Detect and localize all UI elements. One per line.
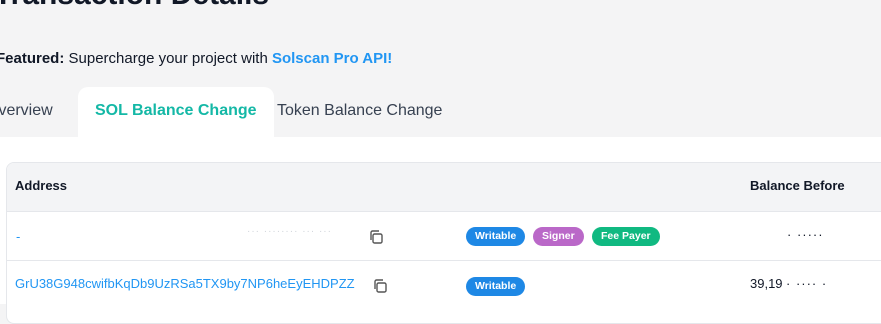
table-row: - ··· ········ ··· ··· Writable Signer F… [7,212,881,260]
column-header-balance-before: Balance Before [750,178,845,193]
balance-before-value: · ····· [787,227,824,242]
tab-bar: Overview SOL Balance Change Token Balanc… [0,87,881,137]
solscan-pro-api-link[interactable]: Solscan Pro API! [272,50,392,67]
column-header-address: Address [15,178,68,193]
tab-panel: Address Balance Before - ··· ········ ··… [0,137,881,324]
signer-badge: Signer [533,227,584,246]
address-link-faded: ··· ········ ··· ··· [247,226,332,237]
writable-badge: Writable [466,227,526,246]
featured-banner: Featured: Supercharge your project with … [0,50,392,67]
fee-payer-badge: Fee Payer [592,227,660,246]
tab-token-balance-change[interactable]: Token Balance Change [277,87,442,137]
featured-text: Supercharge your project with [68,50,268,67]
copy-icon[interactable] [368,229,384,245]
copy-icon[interactable] [372,278,388,294]
page-title: Transaction Details [0,0,269,12]
tab-overview[interactable]: Overview [0,87,53,137]
table-header: Address Balance Before [7,163,881,212]
address-link[interactable]: GrU38G948cwifbKqDb9UzRSa5TX9by7NP6heEyEH… [15,276,355,291]
featured-label: Featured: [0,50,65,67]
tab-sol-balance-change[interactable]: SOL Balance Change [78,87,274,137]
table-row: GrU38G948cwifbKqDb9UzRSa5TX9by7NP6heEyEH… [7,260,881,309]
balance-before-value: 39,19 [750,276,783,291]
address-link[interactable]: - [16,229,20,244]
balance-table: Address Balance Before - ··· ········ ··… [6,162,881,324]
balance-before-value-faded: · ···· · [786,276,828,291]
writable-badge: Writable [466,277,526,296]
